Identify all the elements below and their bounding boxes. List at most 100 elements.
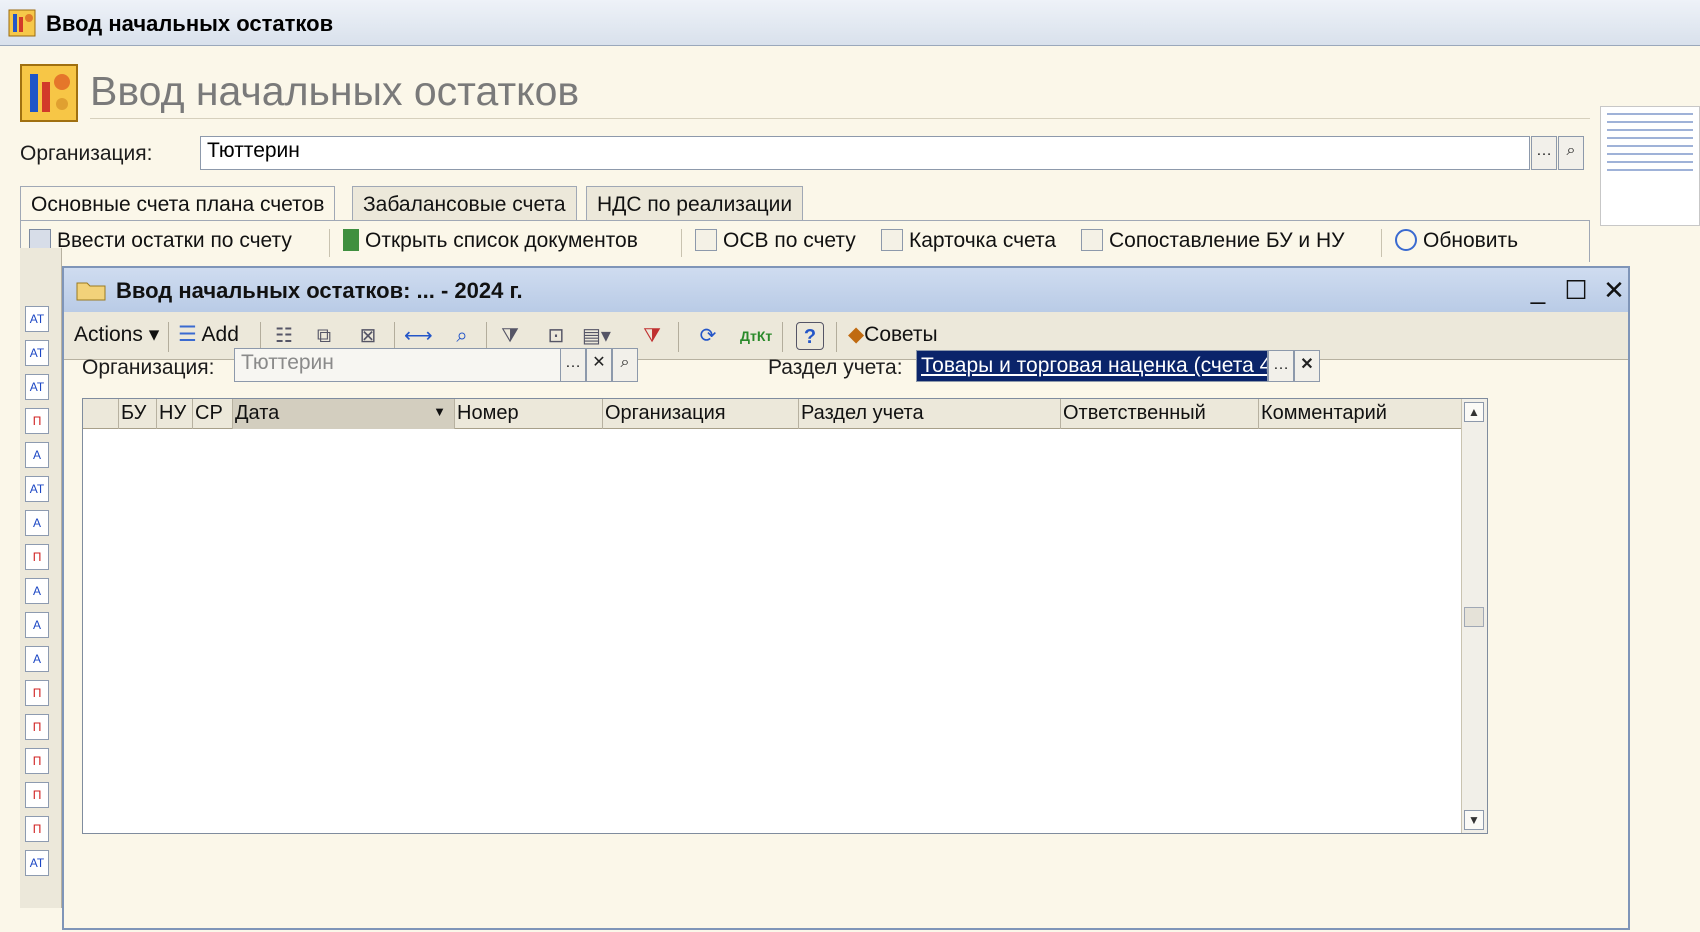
- account-row-icon[interactable]: A: [25, 442, 49, 468]
- accounts-list-strip: AT AT AT П A AT A П A A A П П П П П AT: [20, 248, 62, 908]
- title-divider: [90, 118, 1590, 119]
- select-button[interactable]: …: [1531, 136, 1557, 170]
- account-row-icon[interactable]: A: [25, 578, 49, 604]
- add-folder-icon[interactable]: ☷: [270, 322, 298, 350]
- filter-icon[interactable]: ⧩: [496, 322, 524, 350]
- form-header-icon: [20, 64, 78, 122]
- col-responsible[interactable]: Ответственный: [1061, 399, 1259, 429]
- account-row-icon[interactable]: П: [25, 816, 49, 842]
- account-row-icon[interactable]: A: [25, 612, 49, 638]
- account-row-icon[interactable]: AT: [25, 340, 49, 366]
- col-organization[interactable]: Организация: [603, 399, 799, 429]
- add-button[interactable]: ☰ Add: [178, 322, 239, 347]
- toolbar-separator: [168, 322, 169, 352]
- toolbar-separator: [678, 322, 679, 352]
- section-field[interactable]: Товары и торговая наценка (счета 4: [916, 350, 1268, 382]
- search-icon[interactable]: ⌕: [1558, 136, 1584, 170]
- vertical-scrollbar[interactable]: ▲ ▼: [1461, 399, 1487, 833]
- organization-field[interactable]: Тюттерин: [234, 348, 562, 382]
- col-number[interactable]: Номер: [455, 399, 603, 429]
- window-title: Ввод начальных остатков: [46, 11, 334, 36]
- col-date[interactable]: Дата ▼: [233, 399, 455, 429]
- organization-label: Организация:: [82, 356, 215, 379]
- clear-icon[interactable]: ✕: [1294, 350, 1320, 382]
- tips-button[interactable]: ◆Советы: [848, 322, 938, 347]
- search-icon[interactable]: ⌕: [612, 348, 638, 382]
- maximize-icon[interactable]: ☐: [1562, 276, 1590, 304]
- clear-icon[interactable]: ✕: [586, 348, 612, 382]
- account-row-icon[interactable]: П: [25, 544, 49, 570]
- minimap-preview: [1600, 106, 1700, 226]
- organization-field[interactable]: Тюттерин: [200, 136, 1530, 170]
- inner-titlebar: Ввод начальных остатков: ... - 2024 г. _…: [64, 268, 1628, 312]
- add-row-icon: ☰: [178, 323, 197, 346]
- toolbar-separator: [681, 229, 682, 257]
- account-row-icon[interactable]: A: [25, 510, 49, 536]
- account-row-icon[interactable]: AT: [25, 476, 49, 502]
- account-row-icon[interactable]: П: [25, 782, 49, 808]
- tab-vat-sales[interactable]: НДС по реализации: [586, 186, 804, 220]
- enter-balances-button[interactable]: Ввести остатки по счету: [29, 229, 292, 253]
- find-icon[interactable]: ⌕: [448, 322, 476, 350]
- outer-toolbar: Ввести остатки по счету Открыть список д…: [20, 220, 1590, 262]
- help-icon[interactable]: ?: [796, 322, 824, 350]
- col-section[interactable]: Раздел учета: [799, 399, 1061, 429]
- account-row-icon[interactable]: AT: [25, 374, 49, 400]
- documents-table: БУ НУ СР Дата ▼ Номер Организация Раздел …: [82, 398, 1488, 834]
- account-row-icon[interactable]: AT: [25, 306, 49, 332]
- book-icon: ◆: [848, 323, 865, 346]
- account-row-icon[interactable]: П: [25, 408, 49, 434]
- compare-bu-nu-button[interactable]: Сопоставление БУ и НУ: [1081, 229, 1344, 253]
- osv-by-account-button[interactable]: ОСВ по счету: [695, 229, 856, 253]
- toolbar-separator: [836, 322, 837, 352]
- refresh-icon: [1395, 229, 1417, 251]
- section-label: Раздел учета:: [768, 356, 903, 379]
- actions-menu-button[interactable]: Actions ▾: [74, 322, 159, 347]
- report-icon: [881, 229, 903, 251]
- book-icon: [343, 229, 359, 251]
- sort-desc-icon: ▼: [433, 404, 446, 419]
- outer-titlebar: Ввод начальных остатков: [0, 0, 1700, 46]
- col-sr[interactable]: СР: [193, 399, 233, 429]
- tab-offbalance-accounts[interactable]: Забалансовые счета: [352, 186, 577, 220]
- col-marker: [83, 399, 119, 429]
- close-icon[interactable]: ✕: [1600, 276, 1628, 304]
- select-button[interactable]: …: [1268, 350, 1294, 382]
- open-documents-list-button[interactable]: Открыть список документов: [343, 229, 638, 253]
- inner-window-title: Ввод начальных остатков: ... - 2024 г.: [116, 278, 523, 303]
- scroll-up-icon[interactable]: ▲: [1464, 402, 1484, 422]
- delete-icon[interactable]: ⊠: [354, 322, 382, 350]
- account-row-icon[interactable]: П: [25, 680, 49, 706]
- table-header: БУ НУ СР Дата ▼ Номер Организация Раздел …: [83, 399, 1461, 429]
- scroll-down-icon[interactable]: ▼: [1464, 810, 1484, 830]
- account-row-icon[interactable]: AT: [25, 850, 49, 876]
- folder-icon: [76, 282, 106, 301]
- col-comment[interactable]: Комментарий: [1259, 399, 1461, 429]
- organization-label: Организация:: [20, 142, 153, 165]
- toolbar-separator: [329, 229, 330, 257]
- minimize-icon[interactable]: _: [1524, 276, 1552, 304]
- toolbar-separator: [1381, 229, 1382, 257]
- refresh-icon[interactable]: ⟳: [694, 322, 722, 350]
- report-icon: [1081, 229, 1103, 251]
- report-icon: [695, 229, 717, 251]
- tab-main-accounts[interactable]: Основные счета плана счетов: [20, 186, 336, 222]
- col-bu[interactable]: БУ: [119, 399, 157, 429]
- refresh-button[interactable]: Обновить: [1395, 229, 1518, 253]
- dt-kt-icon[interactable]: ДтКт: [740, 322, 772, 350]
- filter-settings-icon[interactable]: ⊡: [542, 322, 570, 350]
- scroll-thumb[interactable]: [1464, 607, 1484, 627]
- account-row-icon[interactable]: П: [25, 748, 49, 774]
- page-title: Ввод начальных остатков: [90, 68, 580, 114]
- clear-filter-icon[interactable]: ⧩: [638, 322, 666, 350]
- app-icon: [8, 9, 36, 37]
- expand-range-icon[interactable]: ⟷: [404, 322, 433, 350]
- filter-list-icon[interactable]: ▤▾: [582, 322, 611, 350]
- account-row-icon[interactable]: A: [25, 646, 49, 672]
- account-card-button[interactable]: Карточка счета: [881, 229, 1056, 253]
- select-button[interactable]: …: [560, 348, 586, 382]
- copy-icon[interactable]: ⧉: [310, 322, 338, 350]
- account-row-icon[interactable]: П: [25, 714, 49, 740]
- documents-list-window: Ввод начальных остатков: ... - 2024 г. _…: [62, 266, 1630, 930]
- col-nu[interactable]: НУ: [157, 399, 193, 429]
